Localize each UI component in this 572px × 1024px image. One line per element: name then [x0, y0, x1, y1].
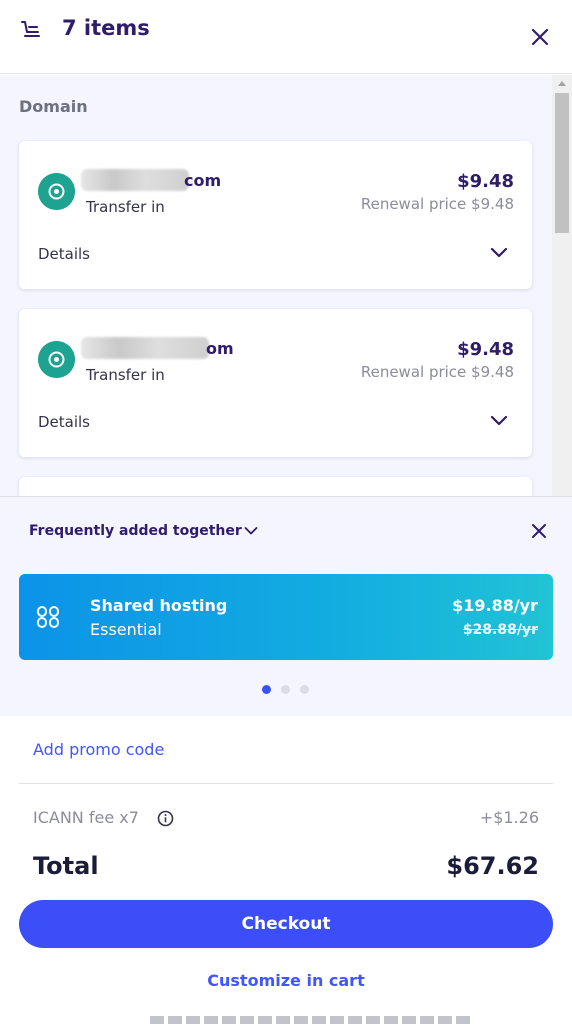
- details-toggle[interactable]: Details: [38, 245, 90, 263]
- cropped-footer-text: [150, 1016, 470, 1024]
- chevron-down-icon[interactable]: [490, 247, 508, 259]
- total-value: $67.62: [446, 852, 539, 880]
- hosting-icon: [37, 606, 59, 628]
- checkout-button[interactable]: Checkout: [19, 900, 553, 948]
- divider: [19, 783, 553, 784]
- domain-card: om Transfer in $9.48 Renewal price $9.48…: [19, 309, 532, 457]
- scrollbar[interactable]: [552, 75, 572, 496]
- domain-list-scroll-area[interactable]: Domain com Transfer in $9.48 Renewal pri…: [0, 75, 572, 496]
- add-promo-code-link[interactable]: Add promo code: [33, 740, 164, 759]
- total-label: Total: [33, 852, 99, 880]
- cart-header: 7 items: [0, 0, 572, 74]
- scroll-up-arrow-icon[interactable]: [558, 81, 566, 86]
- pagination-dot[interactable]: [262, 685, 271, 694]
- cart-icon: [21, 21, 40, 37]
- scrollbar-thumb[interactable]: [555, 93, 569, 233]
- domain-card: com Transfer in $9.48 Renewal price $9.4…: [19, 141, 532, 289]
- close-icon[interactable]: [531, 523, 547, 539]
- icann-fee-value: +$1.26: [479, 808, 539, 827]
- chevron-down-icon[interactable]: [244, 526, 258, 536]
- icann-fee-label: ICANN fee x7: [33, 808, 139, 827]
- domain-price: $9.48: [457, 339, 514, 360]
- domain-name-suffix: com: [184, 171, 222, 190]
- redacted-domain-name: [81, 337, 209, 359]
- domain-transfer-icon: [38, 341, 75, 378]
- domain-transfer-icon: [38, 173, 75, 210]
- offer-plan: Essential: [90, 620, 162, 639]
- domain-price: $9.48: [457, 171, 514, 192]
- domain-name-suffix: om: [206, 339, 234, 358]
- cart-title: 7 items: [62, 16, 150, 40]
- frequently-added-title[interactable]: Frequently added together: [29, 523, 242, 539]
- carousel-pagination: [262, 679, 319, 698]
- renewal-price: Renewal price $9.48: [360, 195, 514, 213]
- renewal-price: Renewal price $9.48: [360, 363, 514, 381]
- frequently-added-panel: Frequently added together Shared hosting…: [0, 496, 572, 716]
- pagination-dot[interactable]: [281, 685, 290, 694]
- section-label-domain: Domain: [19, 97, 88, 116]
- shared-hosting-offer-card[interactable]: Shared hosting Essential $19.88/yr $28.8…: [19, 574, 553, 660]
- domain-card: [19, 477, 532, 496]
- offer-original-price: $28.88/yr: [462, 622, 538, 638]
- domain-type: Transfer in: [86, 366, 165, 384]
- close-icon[interactable]: [530, 27, 550, 47]
- redacted-domain-name: [81, 169, 189, 191]
- offer-name: Shared hosting: [90, 596, 228, 615]
- customize-in-cart-link[interactable]: Customize in cart: [0, 971, 572, 990]
- order-summary: Add promo code ICANN fee x7 +$1.26 Total…: [0, 716, 572, 1024]
- info-icon[interactable]: [157, 810, 174, 827]
- chevron-down-icon[interactable]: [490, 415, 508, 427]
- domain-type: Transfer in: [86, 198, 165, 216]
- details-toggle[interactable]: Details: [38, 413, 90, 431]
- offer-price: $19.88/yr: [452, 596, 538, 615]
- pagination-dot[interactable]: [300, 685, 309, 694]
